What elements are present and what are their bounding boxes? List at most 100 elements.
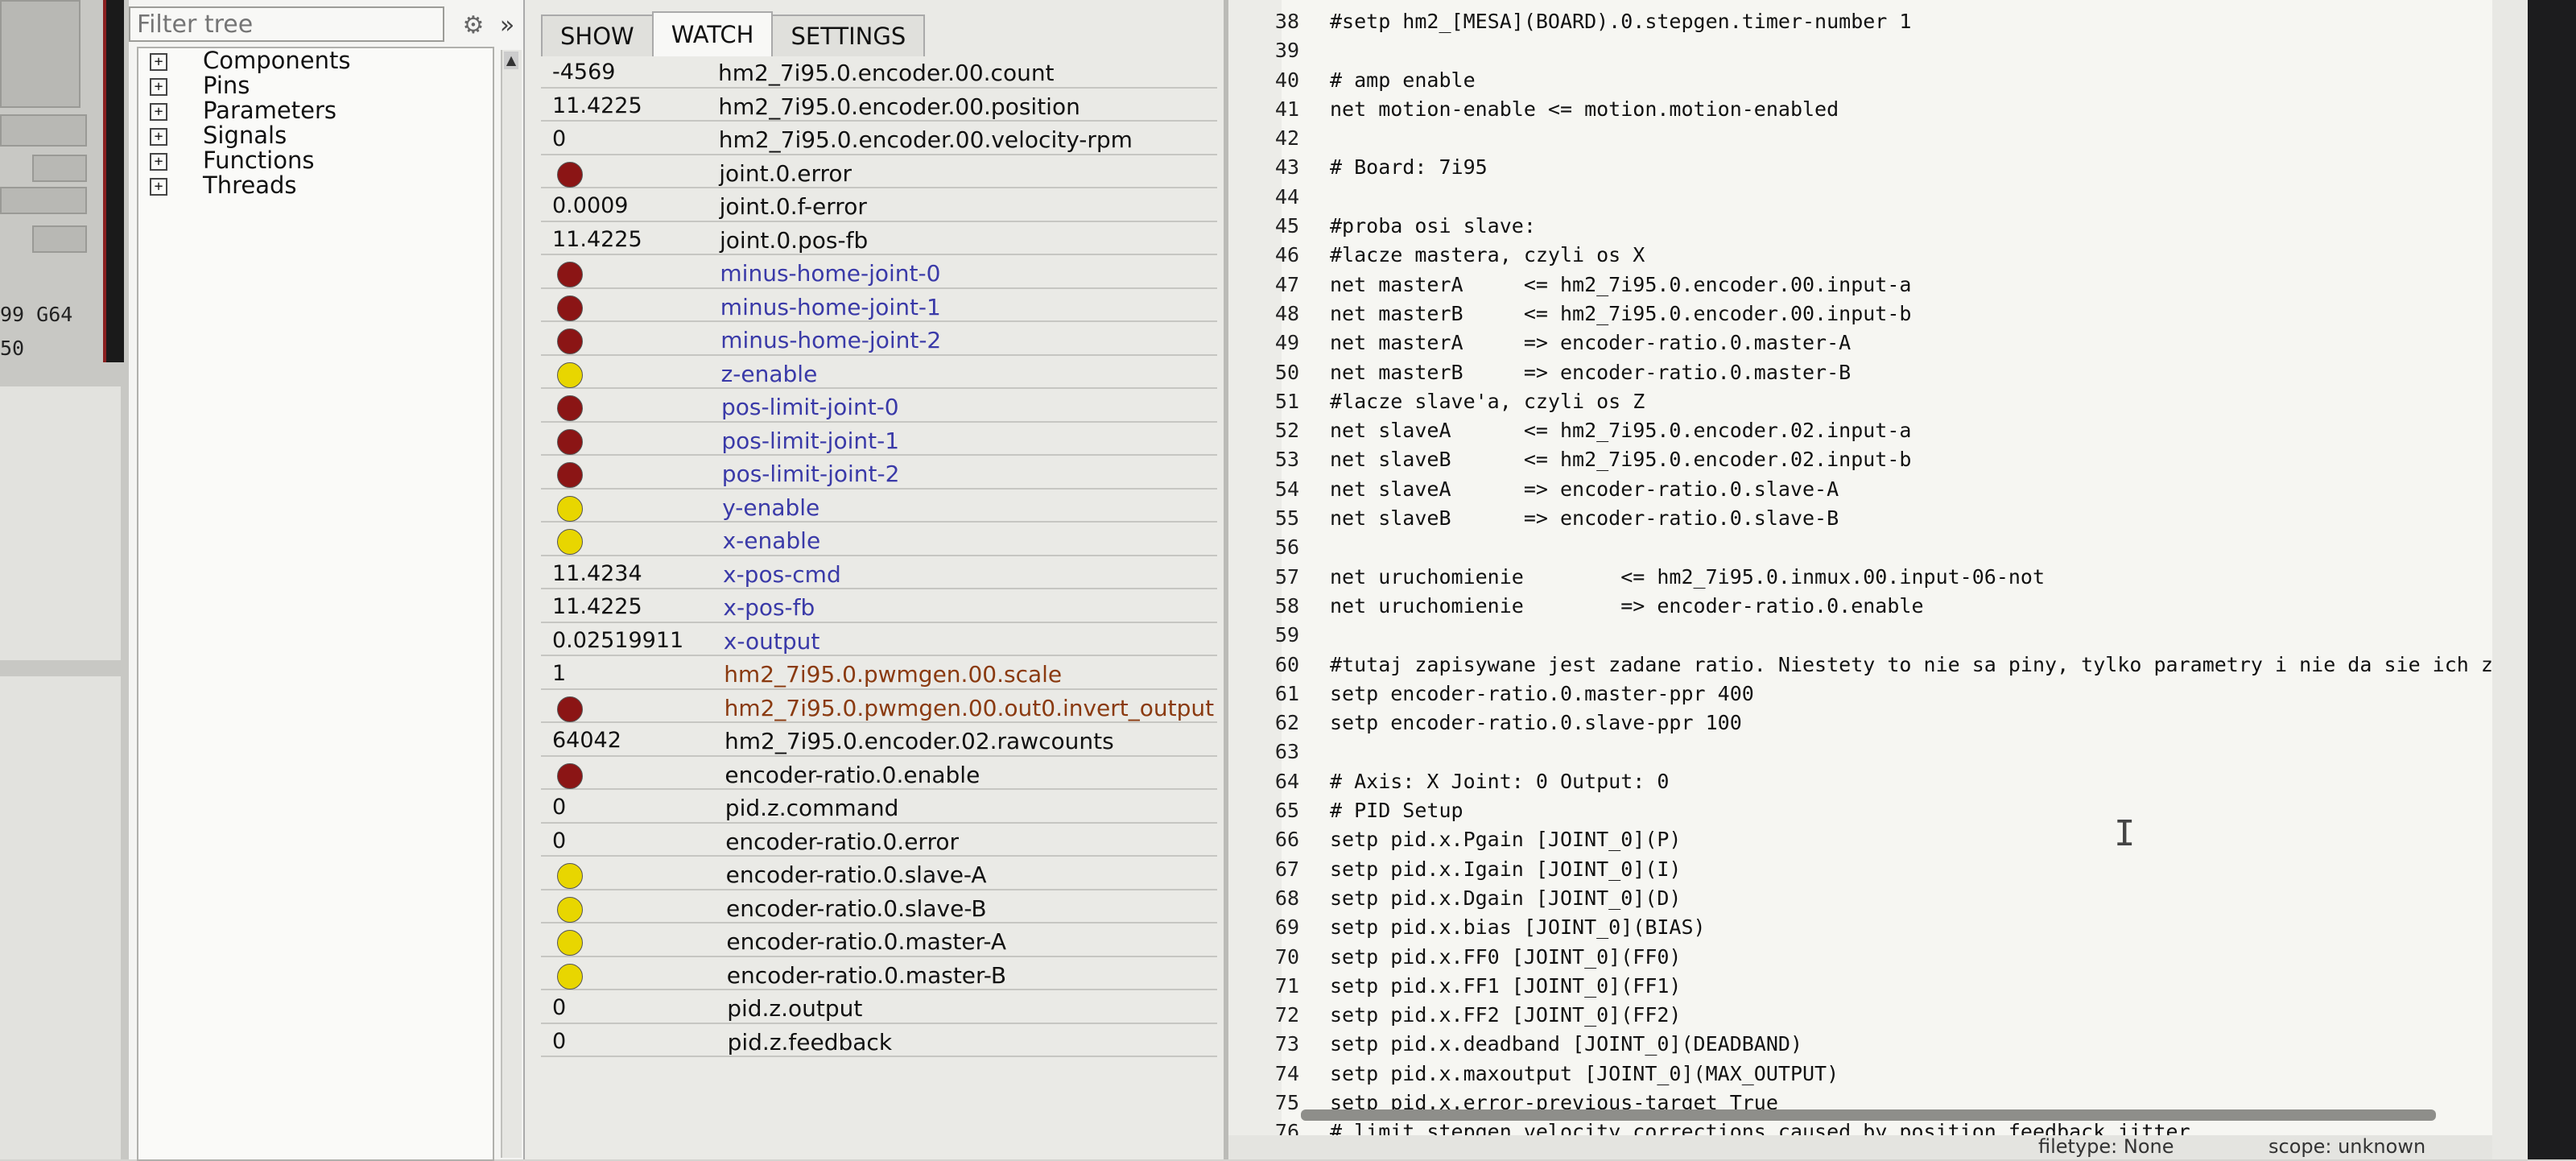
scroll-up-arrow-icon[interactable]: ▲ (504, 52, 518, 69)
left-widget-box (0, 0, 80, 108)
watch-row[interactable]: x-enable (541, 523, 1217, 556)
code-line: 38 #setp hm2_[MESA](BOARD).0.stepgen.time… (1228, 10, 2528, 39)
watch-row[interactable]: 0 pid.z.output (541, 990, 1217, 1024)
watch-row[interactable]: encoder-ratio.0.master-B (541, 957, 1217, 990)
gear-icon[interactable]: ⚙ (457, 10, 489, 42)
tree-item-functions[interactable]: + Functions (138, 148, 493, 173)
tab-watch[interactable]: WATCH (651, 11, 774, 56)
code-line: 44 (1228, 185, 2528, 214)
watch-row[interactable]: 0.02519911 x-output (541, 623, 1217, 656)
watch-row[interactable]: 0 pid.z.feedback (541, 1024, 1217, 1057)
code-text: net uruchomienie => encoder-ratio.0.enab… (1330, 593, 1924, 618)
code-text: setp pid.x.FF2 [JOINT_0](FF2) (1330, 1003, 1682, 1027)
watch-item-name: x-enable (722, 527, 821, 554)
code-line: 68 setp pid.x.Dgain [JOINT_0](D) (1228, 886, 2528, 915)
line-number: 71 (1274, 973, 1299, 998)
line-number: 43 (1274, 155, 1299, 180)
watch-row[interactable]: joint.0.error (541, 155, 1217, 188)
left-spin-button[interactable] (32, 155, 87, 182)
watch-row[interactable]: pos-limit-joint-1 (541, 423, 1217, 456)
code-line: 66 setp pid.x.Pgain [JOINT_0](P) (1228, 828, 2528, 857)
watch-row[interactable]: -4569 hm2_7i95.0.encoder.00.count (541, 55, 1217, 89)
code-line: 64 # Axis: X Joint: 0 Output: 0 (1228, 770, 2528, 799)
watch-row[interactable]: 0.0009 joint.0.f-error (541, 188, 1217, 222)
watch-row[interactable]: 64042 hm2_7i95.0.encoder.02.rawcounts (541, 723, 1217, 757)
line-number: 57 (1274, 564, 1299, 589)
expand-plus-icon[interactable]: + (150, 78, 167, 96)
watch-item-name: encoder-ratio.0.slave-B (726, 895, 987, 922)
tree-item-parameters[interactable]: + Parameters (138, 98, 493, 123)
watch-row[interactable]: pos-limit-joint-2 (541, 456, 1217, 490)
watch-item-name: pos-limit-joint-1 (721, 427, 900, 454)
code-line: 63 (1228, 740, 2528, 769)
watch-row[interactable]: 11.4234 x-pos-cmd (541, 556, 1217, 589)
watch-row[interactable]: minus-home-joint-1 (541, 289, 1217, 322)
watch-row[interactable]: 11.4225 hm2_7i95.0.encoder.00.position (541, 89, 1217, 122)
code-line: 73 setp pid.x.deadband [JOINT_0](DEADBAND… (1228, 1032, 2528, 1061)
watch-row[interactable]: encoder-ratio.0.master-A (541, 923, 1217, 957)
filetype-status: filetype: None (2038, 1135, 2174, 1158)
filter-tree-input[interactable] (129, 6, 444, 42)
code-editor[interactable]: 38 #setp hm2_[MESA](BOARD).0.stepgen.time… (1228, 0, 2576, 1159)
watch-row[interactable]: 0 hm2_7i95.0.encoder.00.velocity-rpm (541, 122, 1217, 155)
code-line: 49 net masterA => encoder-ratio.0.master-… (1228, 331, 2528, 360)
code-text: net slaveB => encoder-ratio.0.slave-B (1330, 506, 1839, 531)
line-number: 53 (1274, 448, 1299, 472)
left-slider[interactable] (0, 114, 87, 147)
code-line: 46 #lacze mastera, czyli os X (1228, 243, 2528, 272)
expand-plus-icon[interactable]: + (150, 128, 167, 146)
editor-right-margin (2492, 0, 2528, 1159)
tree-item-components[interactable]: + Components (138, 48, 493, 73)
tree-item-threads[interactable]: + Threads (138, 173, 493, 198)
watch-row[interactable]: 0 pid.z.command (541, 790, 1217, 824)
expand-plus-icon[interactable]: + (150, 178, 167, 196)
watch-row[interactable]: encoder-ratio.0.slave-A (541, 857, 1217, 890)
watch-row[interactable]: 0 encoder-ratio.0.error (541, 824, 1217, 857)
tab-bar: SHOW WATCH SETTINGS (541, 11, 926, 56)
tree-item-signals[interactable]: + Signals (138, 123, 493, 148)
watch-row[interactable]: minus-home-joint-2 (541, 322, 1217, 356)
left-spin-button[interactable] (32, 225, 87, 253)
watch-item-name: joint.0.f-error (719, 193, 867, 220)
watch-row[interactable]: 11.4225 joint.0.pos-fb (541, 222, 1217, 255)
red-led-indicator-icon (557, 295, 583, 321)
double-chevron-right-icon[interactable]: » (493, 10, 522, 42)
watch-item-name: hm2_7i95.0.pwmgen.00.scale (724, 661, 1063, 688)
expand-plus-icon[interactable]: + (150, 103, 167, 121)
left-slider[interactable] (0, 187, 87, 214)
watch-value: 11.4225 (552, 226, 642, 252)
code-line: 60 #tutaj zapisywane jest zadane ratio. N… (1228, 653, 2576, 682)
tree-item-pins[interactable]: + Pins (138, 73, 493, 98)
expand-plus-icon[interactable]: + (150, 153, 167, 171)
watch-row[interactable]: minus-home-joint-0 (541, 255, 1217, 289)
watch-row[interactable]: hm2_7i95.0.pwmgen.00.out0.invert_output (541, 690, 1217, 723)
tree-item-label: Components (203, 47, 351, 74)
red-led-indicator-icon (557, 328, 583, 354)
tab-show[interactable]: SHOW (541, 14, 654, 56)
code-line: 61 setp encoder-ratio.0.master-ppr 400 (1228, 682, 2528, 711)
gcode-status: 99 G64 50 (0, 298, 72, 366)
code-line: 56 (1228, 535, 2528, 564)
expand-plus-icon[interactable]: + (150, 53, 167, 71)
watch-item-name: encoder-ratio.0.error (725, 828, 959, 855)
watch-row[interactable]: 1 hm2_7i95.0.pwmgen.00.scale (541, 656, 1217, 690)
watch-row[interactable]: y-enable (541, 490, 1217, 523)
watch-item-name: minus-home-joint-0 (720, 260, 941, 287)
watch-row[interactable]: encoder-ratio.0.slave-B (541, 890, 1217, 923)
code-text: net slaveB <= hm2_7i95.0.encoder.02.inpu… (1330, 448, 1912, 472)
code-line: 53 net slaveB <= hm2_7i95.0.encoder.02.in… (1228, 448, 2528, 477)
watch-row[interactable]: z-enable (541, 356, 1217, 389)
horizontal-scrollbar[interactable] (1301, 1109, 2436, 1121)
line-number: 70 (1274, 944, 1299, 969)
code-text: # PID Setup (1330, 799, 1463, 823)
tab-settings[interactable]: SETTINGS (771, 14, 926, 56)
watch-row[interactable]: 11.4225 x-pos-fb (541, 589, 1217, 623)
code-line: 74 setp pid.x.maxoutput [JOINT_0](MAX_OUT… (1228, 1062, 2528, 1091)
tree-scrollbar[interactable]: ▲ (501, 50, 522, 1158)
code-line: 70 setp pid.x.FF0 [JOINT_0](FF0) (1228, 945, 2528, 974)
watch-item-name: minus-home-joint-1 (720, 293, 941, 320)
watch-row[interactable]: pos-limit-joint-0 (541, 389, 1217, 423)
watch-row[interactable]: encoder-ratio.0.enable (541, 757, 1217, 790)
line-number: 74 (1274, 1061, 1299, 1085)
watch-item-name: hm2_7i95.0.encoder.00.velocity-rpm (718, 126, 1133, 153)
